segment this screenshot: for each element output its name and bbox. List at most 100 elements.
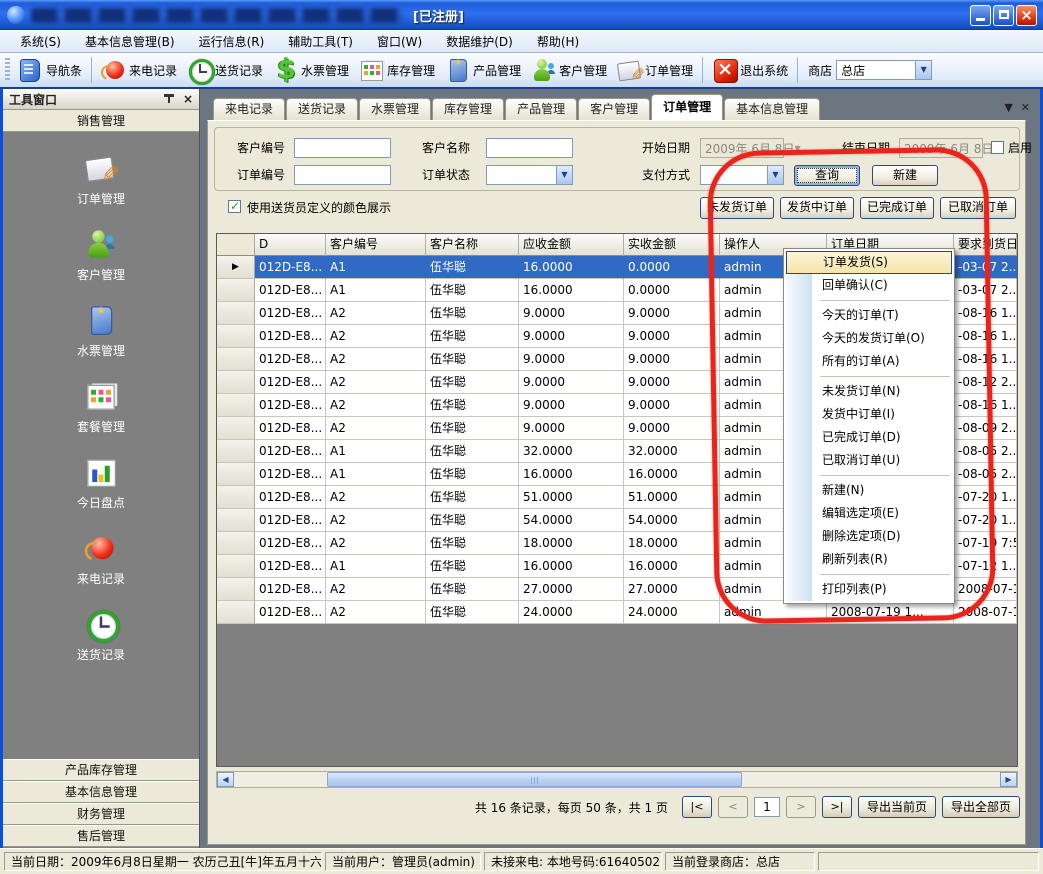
cell-id[interactable]: 012D-E8...	[255, 509, 326, 532]
cell-required-date[interactable]: 2008-07-19 1...	[954, 578, 1017, 601]
row-selector-cell[interactable]	[217, 578, 255, 601]
toolbar-delivery-log-button[interactable]: 送货记录	[182, 55, 268, 85]
row-selector-cell[interactable]	[217, 325, 255, 348]
cell-customer-no[interactable]: A1	[326, 463, 426, 486]
cell-id[interactable]: 012D-E8...	[255, 302, 326, 325]
last-page-button[interactable]: >|	[822, 796, 852, 818]
sidebar-section-product-inventory[interactable]: 产品库存管理	[3, 759, 199, 781]
cell-receivable[interactable]: 9.0000	[519, 302, 624, 325]
cell-received[interactable]: 9.0000	[624, 302, 720, 325]
scroll-left-icon[interactable]: ◀	[217, 772, 234, 787]
cell-receivable[interactable]: 9.0000	[519, 348, 624, 371]
sidebar-section-basic-info[interactable]: 基本信息管理	[3, 781, 199, 803]
cell-operator[interactable]: admin	[720, 601, 827, 624]
scrollbar-thumb[interactable]	[327, 772, 742, 787]
cell-id[interactable]: 012D-E8...	[255, 371, 326, 394]
menu-run-info[interactable]: 运行信息(R)	[187, 30, 277, 53]
cell-receivable[interactable]: 16.0000	[519, 256, 624, 279]
context-menu-item[interactable]	[786, 373, 952, 380]
row-selector-cell[interactable]	[217, 555, 255, 578]
cell-id[interactable]: 012D-E8...	[255, 348, 326, 371]
tab-delivery-log[interactable]: 送货记录	[286, 98, 358, 120]
page-number-field[interactable]: 1	[754, 797, 780, 817]
customer-name-input[interactable]	[486, 138, 573, 158]
context-menu-item[interactable]: 发货中订单(I)	[786, 403, 952, 426]
tab-order[interactable]: 订单管理	[651, 94, 723, 120]
row-selector-cell[interactable]	[217, 486, 255, 509]
cell-receivable[interactable]: 24.0000	[519, 601, 624, 624]
cell-required-date[interactable]: 2008-07-19 1...	[954, 601, 1017, 624]
row-selector-cell[interactable]	[217, 463, 255, 486]
cell-received[interactable]: 0.0000	[624, 279, 720, 302]
prev-page-button[interactable]: <	[718, 796, 748, 818]
context-menu-item[interactable]: 编辑选定项(E)	[786, 502, 952, 525]
sidebar-item-customer-mgmt[interactable]: 客户管理	[3, 231, 199, 283]
cell-customer-no[interactable]: A2	[326, 371, 426, 394]
toolbar-product-button[interactable]: 产品管理	[440, 55, 526, 85]
toolbar-customer-button[interactable]: 客户管理	[526, 55, 612, 85]
tab-scroll-down-icon[interactable]: ▼	[1004, 101, 1012, 114]
cell-required-date[interactable]: -08-05 2...	[954, 440, 1017, 463]
cell-received[interactable]: 54.0000	[624, 509, 720, 532]
cell-customer-no[interactable]: A2	[326, 578, 426, 601]
cell-required-date[interactable]: -08-12 2...	[954, 371, 1017, 394]
enable-checkbox[interactable]	[991, 141, 1004, 154]
cell-receivable[interactable]: 32.0000	[519, 440, 624, 463]
cell-receivable[interactable]: 54.0000	[519, 509, 624, 532]
context-menu-item[interactable]	[786, 571, 952, 578]
row-selector-cell[interactable]	[217, 532, 255, 555]
delivery-color-checkbox[interactable]	[228, 200, 241, 213]
toolbar-water-ticket-button[interactable]: 水票管理	[268, 55, 354, 85]
cell-received[interactable]: 51.0000	[624, 486, 720, 509]
tab-close-icon[interactable]: ✕	[1021, 101, 1030, 114]
header-required-date[interactable]: 要求到货日期	[954, 234, 1017, 256]
toolbar-exit-button[interactable]: 退出系统	[707, 55, 793, 85]
cell-required-date[interactable]: -07-12 1...	[954, 555, 1017, 578]
tab-basic-info[interactable]: 基本信息管理	[724, 98, 820, 120]
header-customer-no[interactable]: 客户编号	[326, 234, 426, 256]
menu-window[interactable]: 窗口(W)	[365, 30, 434, 53]
cell-customer-name[interactable]: 伍华聪	[426, 578, 519, 601]
tab-customer[interactable]: 客户管理	[578, 98, 650, 120]
sidebar-item-order-mgmt[interactable]: 订单管理	[3, 155, 199, 207]
menu-basic-info[interactable]: 基本信息管理(B)	[73, 30, 187, 53]
cell-customer-name[interactable]: 伍华聪	[426, 486, 519, 509]
cell-required-date[interactable]: -03-07 2...	[954, 279, 1017, 302]
cell-received[interactable]: 0.0000	[624, 256, 720, 279]
cell-customer-no[interactable]: A2	[326, 325, 426, 348]
end-date-picker[interactable]: 2009年 6月 8日▼	[899, 138, 983, 158]
cell-received[interactable]: 16.0000	[624, 555, 720, 578]
cell-customer-name[interactable]: 伍华聪	[426, 256, 519, 279]
cell-received[interactable]: 24.0000	[624, 601, 720, 624]
cell-id[interactable]: 012D-E8...	[255, 325, 326, 348]
cell-customer-no[interactable]: A1	[326, 279, 426, 302]
cell-required-date[interactable]: -08-16 1...	[954, 348, 1017, 371]
context-menu-item[interactable]: 刷新列表(R)	[786, 548, 952, 571]
sidebar-section-sales[interactable]: 销售管理	[3, 110, 199, 132]
header-id[interactable]: D	[255, 234, 326, 256]
cell-customer-no[interactable]: A2	[326, 601, 426, 624]
cell-receivable[interactable]: 16.0000	[519, 463, 624, 486]
cell-received[interactable]: 9.0000	[624, 348, 720, 371]
chevron-down-icon[interactable]: ▼	[915, 61, 931, 79]
context-menu-item[interactable]: 所有的订单(A)	[786, 350, 952, 373]
pin-icon[interactable]	[162, 93, 175, 106]
cell-id[interactable]: 012D-E8...	[255, 486, 326, 509]
export-current-page-button[interactable]: 导出当前页	[858, 796, 936, 818]
cell-customer-no[interactable]: A2	[326, 417, 426, 440]
context-menu-item[interactable]: 今天的发货订单(O)	[786, 327, 952, 350]
cell-id[interactable]: 012D-E8...	[255, 417, 326, 440]
header-receivable[interactable]: 应收金额	[519, 234, 624, 256]
next-page-button[interactable]: >	[786, 796, 816, 818]
cell-required-date[interactable]: -07-20 1...	[954, 486, 1017, 509]
row-selector-cell[interactable]: ▶	[217, 256, 255, 279]
cell-received[interactable]: 9.0000	[624, 371, 720, 394]
cell-id[interactable]: 012D-E8...	[255, 463, 326, 486]
cell-customer-name[interactable]: 伍华聪	[426, 302, 519, 325]
filter-cancelled-button[interactable]: 已取消订单	[940, 197, 1016, 219]
cell-id[interactable]: 012D-E8...	[255, 532, 326, 555]
menu-system[interactable]: 系统(S)	[8, 30, 73, 53]
toolbar-call-log-button[interactable]: 来电记录	[96, 55, 182, 85]
new-button[interactable]: 新建	[872, 165, 938, 186]
cell-customer-no[interactable]: A1	[326, 440, 426, 463]
